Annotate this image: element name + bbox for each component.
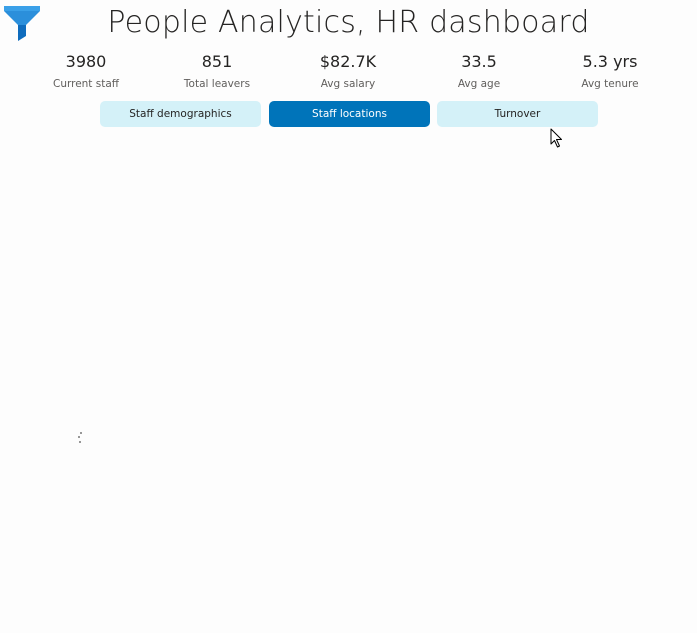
kpi-label: Avg tenure	[581, 78, 639, 90]
kpi-value: 851	[201, 52, 233, 71]
kpi-label: Avg age	[457, 78, 501, 90]
kpi-current-staff: 3980 Current staff	[31, 52, 141, 91]
page-title: People Analytics, HR dashboard	[107, 5, 590, 40]
mouse-cursor-icon	[550, 128, 564, 149]
kpi-label: Current staff	[52, 78, 120, 90]
kpi-label: Total leavers	[183, 78, 251, 90]
kpi-value: 33.5	[461, 52, 497, 71]
loading-spinner-icon	[76, 430, 84, 444]
nav-button-staff-demographics[interactable]: Staff demographics	[100, 101, 261, 127]
kpi-value: $82.7K	[319, 52, 377, 71]
kpi-avg-tenure: 5.3 yrs Avg tenure	[555, 52, 665, 91]
kpi-avg-salary: $82.7K Avg salary	[293, 52, 403, 91]
kpi-value: 5.3 yrs	[582, 52, 638, 71]
kpi-label: Avg salary	[320, 78, 376, 90]
kpi-total-leavers: 851 Total leavers	[162, 52, 272, 91]
nav-button-staff-locations[interactable]: Staff locations	[269, 101, 430, 127]
kpi-value: 3980	[65, 52, 107, 71]
nav-button-turnover[interactable]: Turnover	[437, 101, 598, 127]
kpi-avg-age: 33.5 Avg age	[424, 52, 534, 91]
